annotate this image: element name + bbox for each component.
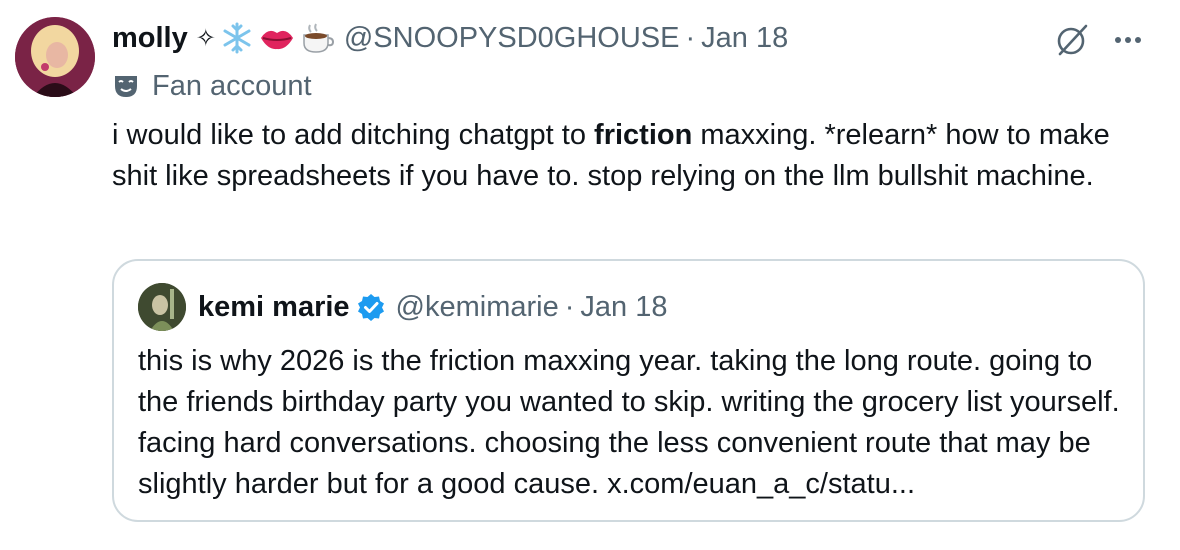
snowflake-icon (223, 22, 251, 54)
quoted-tweet-header: kemi marie @kemimarie · Jan 18 (198, 287, 667, 327)
quoted-tweet-date[interactable]: Jan 18 (580, 291, 667, 324)
separator-dot: · (685, 21, 696, 54)
hot-beverage-icon (303, 23, 334, 53)
avatar-photo (15, 17, 95, 97)
more-dots-icon[interactable] (1108, 20, 1148, 60)
tweet-text-bold: friction (594, 119, 693, 151)
tweet[interactable]: molly ✧ @SNOOPYSD0GHOUSE · Jan 18 Fan ac… (0, 0, 1180, 550)
quoted-tweet-card[interactable]: kemi marie @kemimarie · Jan 18 this is w… (112, 259, 1145, 522)
separator-dot: · (564, 290, 575, 323)
kiss-lips-icon (260, 30, 293, 50)
author-name-emojis: ✧ (196, 21, 334, 55)
author-avatar[interactable] (15, 17, 95, 97)
quoted-author-display-name[interactable]: kemi marie (198, 291, 350, 324)
quoted-author-avatar[interactable] (138, 283, 186, 331)
tweet-header: molly ✧ @SNOOPYSD0GHOUSE · Jan 18 (112, 18, 788, 58)
sparkle-symbol: ✧ (195, 24, 216, 52)
tweet-body: i would like to add ditching chatgpt to … (112, 115, 1152, 197)
author-display-name[interactable]: molly (112, 22, 188, 55)
account-label: Fan account (112, 66, 312, 106)
quoted-tweet-body: this is why 2026 is the friction maxxing… (138, 345, 1120, 500)
tweet-text-part: i would like to add ditching chatgpt to (112, 119, 595, 151)
theater-mask-icon (115, 76, 137, 97)
verified-badge-icon (356, 292, 386, 322)
quoted-avatar-photo (138, 283, 186, 331)
grok-icon[interactable] (1052, 20, 1092, 60)
account-label-text: Fan account (152, 69, 312, 102)
tweet-date[interactable]: Jan 18 (701, 22, 788, 55)
author-handle[interactable]: @SNOOPYSD0GHOUSE (344, 22, 680, 55)
quoted-author-handle[interactable]: @kemimarie (396, 291, 559, 324)
